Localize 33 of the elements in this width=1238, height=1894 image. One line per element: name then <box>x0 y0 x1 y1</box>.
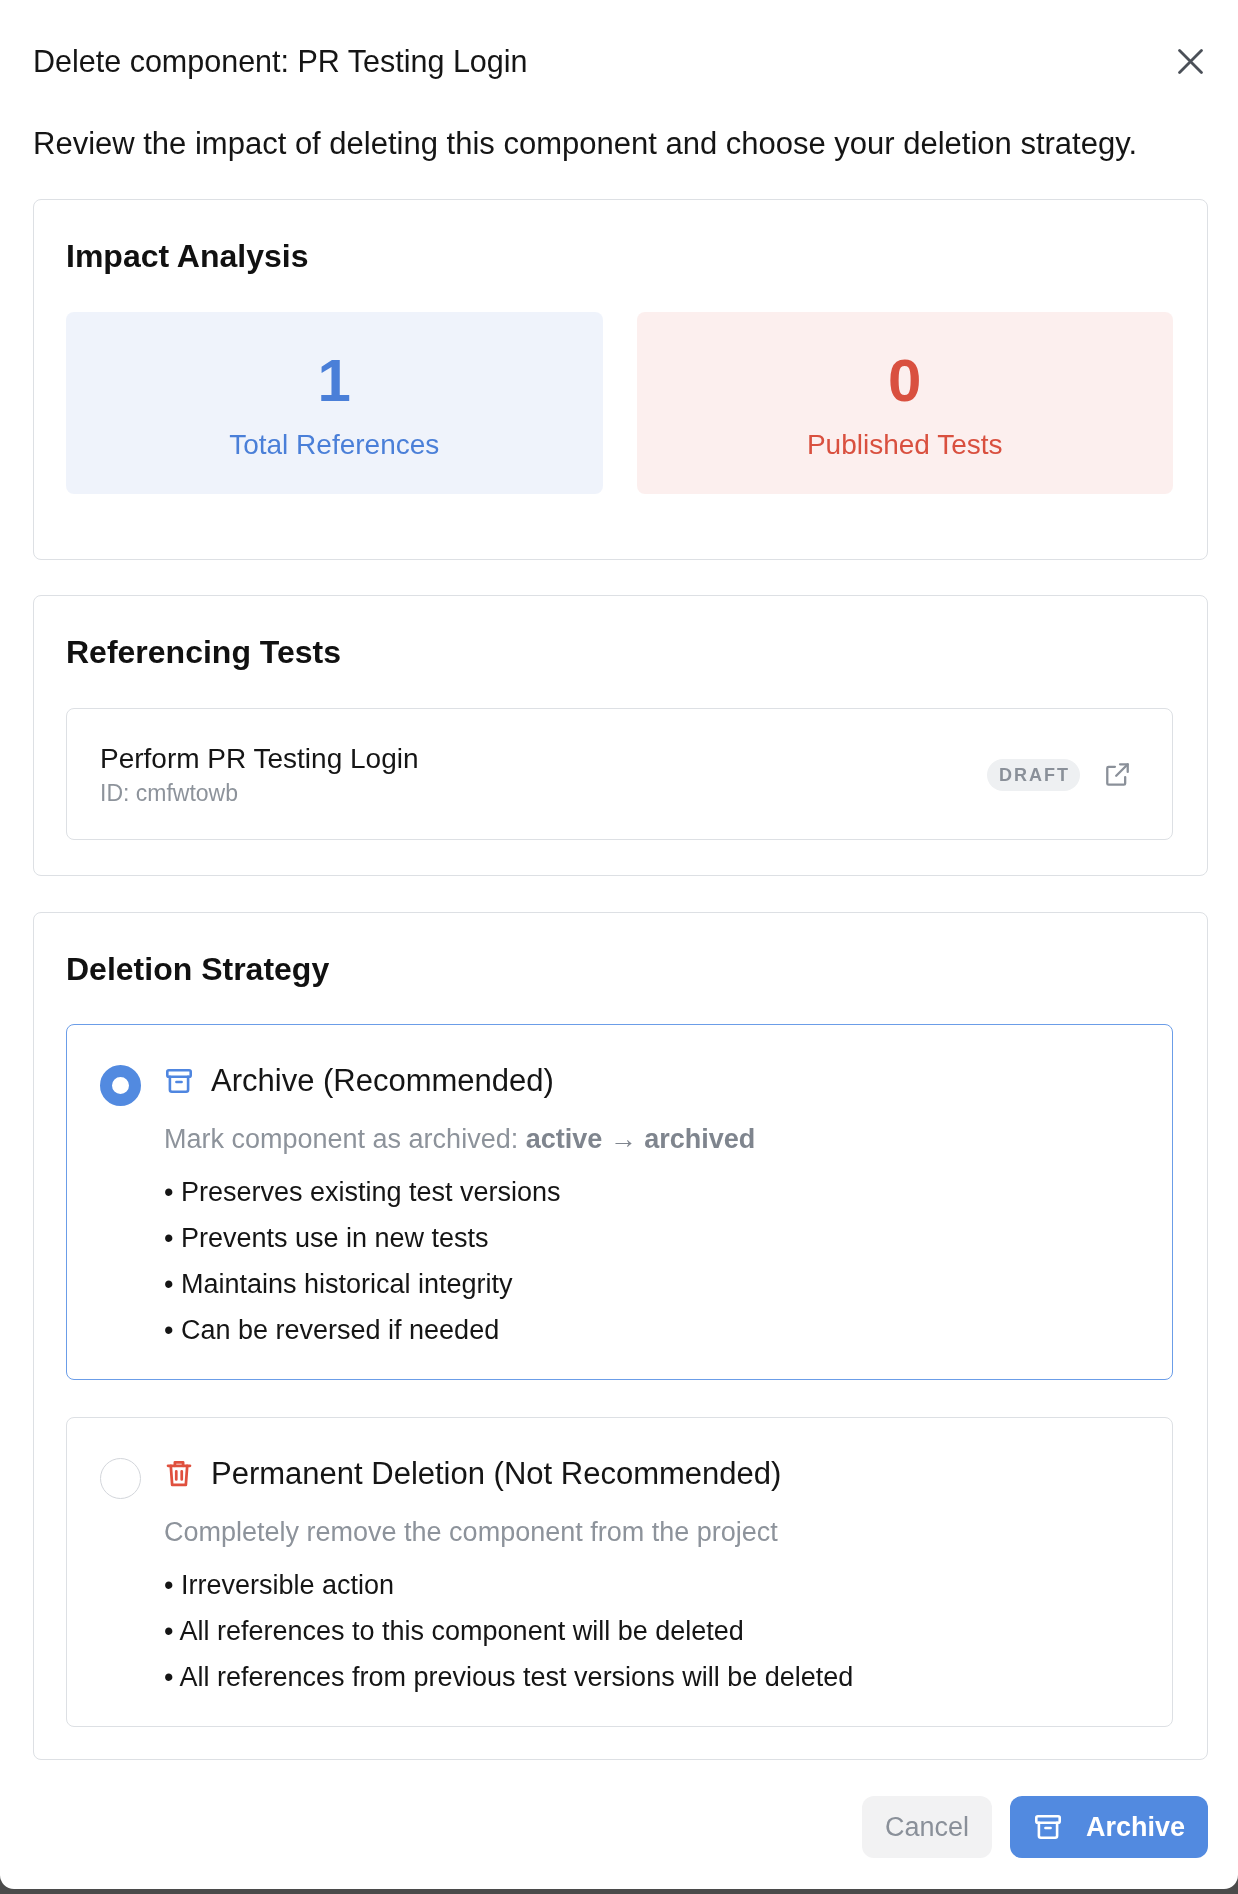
stat-value: 0 <box>888 349 922 413</box>
option-point: • All references from previous test versions will be deleted <box>164 1661 854 1694</box>
option-point: • Irreversible action <box>164 1569 396 1602</box>
strategy-option-card[interactable]: Archive (Recommended) Mark component as archived: active → archived • Preserves existing test versions • Prevents use in new tests • Maintains historical integrity • Can be reversed if needed <box>66 1024 1173 1380</box>
stat-label: Total References <box>229 428 440 462</box>
confirm-button[interactable]: Archive <box>1009 1796 1208 1858</box>
section-heading: Deletion Strategy <box>66 951 331 987</box>
test-name: Perform PR Testing Login <box>100 742 420 776</box>
option-point: • All references to this component will be deleted <box>164 1615 745 1648</box>
option-point: • Preserves existing test versions <box>164 1176 562 1209</box>
radio-button[interactable] <box>100 1065 141 1106</box>
status-badge: DRAFT <box>987 758 1080 791</box>
stat-label: Published Tests <box>806 428 1003 462</box>
dialog-title: Delete component: PR Testing Login <box>33 43 528 79</box>
stat-value: 1 <box>317 349 351 413</box>
archive-box-icon <box>1034 1814 1061 1840</box>
test-id: ID: cmfwtowb <box>100 779 240 807</box>
external-link-icon[interactable] <box>1106 763 1129 786</box>
option-title: Permanent Deletion (Not Recommended) <box>211 1456 782 1492</box>
archive-box-icon <box>166 1068 192 1094</box>
dialog-description: Review the impact of deleting this component and choose your deletion strategy. <box>33 126 1138 162</box>
strategy-option-card[interactable] <box>66 1417 1173 1727</box>
close-icon <box>1177 48 1203 74</box>
trash-icon <box>166 1461 192 1487</box>
cancel-button[interactable]: Cancel <box>861 1796 992 1858</box>
section-heading: Referencing Tests <box>66 634 343 670</box>
option-description: Mark component as archived: active → archived <box>164 1123 756 1155</box>
option-title: Archive (Recommended) <box>211 1063 554 1099</box>
option-point: • Prevents use in new tests <box>164 1222 490 1255</box>
option-point: • Can be reversed if needed <box>164 1314 501 1347</box>
option-description: Completely remove the component from the project <box>164 1516 779 1548</box>
section-heading: Impact Analysis <box>66 238 310 274</box>
option-point: • Maintains historical integrity <box>164 1268 514 1301</box>
